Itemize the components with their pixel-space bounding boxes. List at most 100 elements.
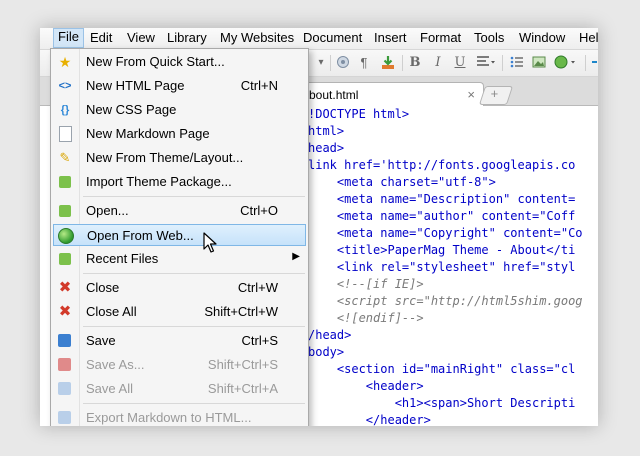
menu-tools[interactable]: Tools (474, 30, 504, 45)
code-line: <section id="mainRight" class="cl (308, 362, 576, 376)
menu-item-new-markdown-page[interactable]: New Markdown Page (53, 123, 306, 145)
link-globe-icon[interactable] (554, 55, 578, 71)
preview-icon[interactable] (336, 55, 350, 71)
code-line: <meta name="Description" content= (308, 192, 576, 206)
menu-item-label: Save (86, 333, 116, 348)
css-icon: {} (60, 104, 70, 116)
toolbar-dropdown-arrow[interactable]: ▾ (316, 55, 326, 71)
toolbar-overflow-icon[interactable] (591, 55, 597, 71)
code-line: </header> (308, 413, 431, 426)
menu-item-export-markdown[interactable]: Export Markdown to HTML... (53, 407, 306, 426)
menu-item-shortcut: Ctrl+N (240, 78, 278, 93)
menu-item-shortcut: Shift+Ctrl+S (207, 357, 278, 372)
menubar: File Edit View Library My Websites Docum… (40, 28, 598, 50)
menu-item-label: New From Theme/Layout... (86, 150, 244, 165)
menu-insert[interactable]: Insert (374, 30, 407, 45)
toolbar-separator (585, 55, 586, 71)
menu-item-save[interactable]: Save Ctrl+S (53, 330, 306, 352)
save-as-icon (58, 358, 71, 371)
align-icon[interactable] (476, 55, 496, 71)
pilcrow-icon[interactable]: ¶ (358, 55, 370, 71)
toolbar-separator (330, 55, 331, 71)
code-line-comment: <!--[if IE]> (308, 277, 424, 291)
menu-item-shortcut: Ctrl+O (240, 203, 278, 218)
bold-button[interactable]: B (408, 55, 422, 71)
import-icon (59, 176, 71, 188)
menu-item-label: Import Theme Package... (86, 174, 232, 189)
html-icon: <> (58, 80, 72, 92)
menu-separator (83, 326, 305, 327)
menu-item-open-from-web[interactable]: Open From Web... (53, 224, 306, 246)
menu-item-import-theme[interactable]: Import Theme Package... (53, 171, 306, 193)
menu-item-new-quick-start[interactable]: ★ New From Quick Start... (53, 51, 306, 73)
menu-file[interactable]: File (53, 28, 84, 48)
underline-button[interactable]: U (454, 55, 466, 71)
italic-button[interactable]: I (432, 55, 444, 71)
menu-item-label: New CSS Page (86, 102, 177, 117)
toolbar-separator (402, 55, 403, 71)
menu-view[interactable]: View (127, 30, 155, 45)
menu-item-recent-files[interactable]: Recent Files ▶ (53, 248, 306, 270)
list-icon[interactable] (510, 55, 524, 71)
publish-icon[interactable] (380, 55, 396, 71)
image-icon[interactable] (532, 55, 546, 71)
code-line: /head> (308, 328, 352, 342)
menu-library[interactable]: Library (167, 30, 207, 45)
document-tab-label: bout.html (309, 88, 359, 102)
menu-separator (83, 196, 305, 197)
menu-item-new-css-page[interactable]: {} New CSS Page (53, 99, 306, 121)
menu-item-new-html-page[interactable]: <> New HTML Page Ctrl+N (53, 75, 306, 97)
menu-item-label: Open From Web... (87, 228, 194, 243)
menu-item-close[interactable]: ✖ Close Ctrl+W (53, 277, 306, 299)
code-line: html> (308, 124, 345, 138)
app-window: File Edit View Library My Websites Docum… (40, 28, 598, 426)
plus-icon: + (490, 86, 499, 101)
menu-item-shortcut: Shift+Ctrl+W (204, 304, 278, 319)
code-line: body> (308, 345, 345, 359)
menu-item-open[interactable]: Open... Ctrl+O (53, 200, 306, 222)
recent-icon (59, 253, 71, 265)
menu-item-label: Export Markdown to HTML... (86, 410, 252, 425)
menu-item-label: Open... (86, 203, 129, 218)
code-line-comment: <![endif]--> (308, 311, 424, 325)
menu-item-label: New From Quick Start... (86, 54, 225, 69)
menu-document[interactable]: Document (303, 30, 362, 45)
code-line: <h1><span>Short Descripti (308, 396, 576, 410)
menu-item-new-from-theme[interactable]: ✎ New From Theme/Layout... (53, 147, 306, 169)
code-line: <title>PaperMag Theme - About</ti (308, 243, 576, 257)
save-icon (58, 334, 71, 347)
menu-edit[interactable]: Edit (90, 30, 112, 45)
menu-item-label: Save All (86, 381, 133, 396)
pen-icon: ✎ (59, 150, 71, 165)
close-icon: ✖ (58, 279, 72, 296)
code-line: <header> (308, 379, 424, 393)
menu-format[interactable]: Format (420, 30, 461, 45)
menu-item-close-all[interactable]: ✖ Close All Shift+Ctrl+W (53, 301, 306, 323)
code-line: head> (308, 141, 345, 155)
menu-window[interactable]: Window (519, 30, 565, 45)
submenu-arrow-icon: ▶ (292, 251, 300, 262)
menu-item-shortcut: Ctrl+S (241, 333, 278, 348)
menu-my-websites[interactable]: My Websites (220, 30, 294, 45)
code-line: !DOCTYPE html> (308, 107, 410, 121)
star-icon: ★ (58, 54, 72, 70)
save-all-icon (58, 382, 71, 395)
menu-item-shortcut: Ctrl+W (237, 280, 278, 295)
code-line: <meta charset="utf-8"> (308, 175, 496, 189)
menu-help[interactable]: Help (579, 30, 598, 45)
menu-item-shortcut: Shift+Ctrl+A (207, 381, 278, 396)
menu-separator (83, 273, 305, 274)
globe-icon (58, 228, 74, 244)
menu-item-label: Save As... (86, 357, 145, 372)
close-all-icon: ✖ (58, 303, 72, 320)
code-line-comment: <script src="http://html5shim.goog (308, 294, 583, 308)
menu-item-label: New HTML Page (86, 78, 185, 93)
code-line: <meta name="author" content="Coff (308, 209, 576, 223)
close-tab-icon[interactable]: × (467, 87, 475, 102)
menu-item-label: Close (86, 280, 120, 295)
menu-item-save-as[interactable]: Save As... Shift+Ctrl+S (53, 354, 306, 376)
toolbar-separator (502, 55, 503, 71)
open-icon (59, 205, 71, 217)
menu-item-save-all[interactable]: Save All Shift+Ctrl+A (53, 378, 306, 400)
new-tab-button[interactable]: + (478, 86, 514, 105)
